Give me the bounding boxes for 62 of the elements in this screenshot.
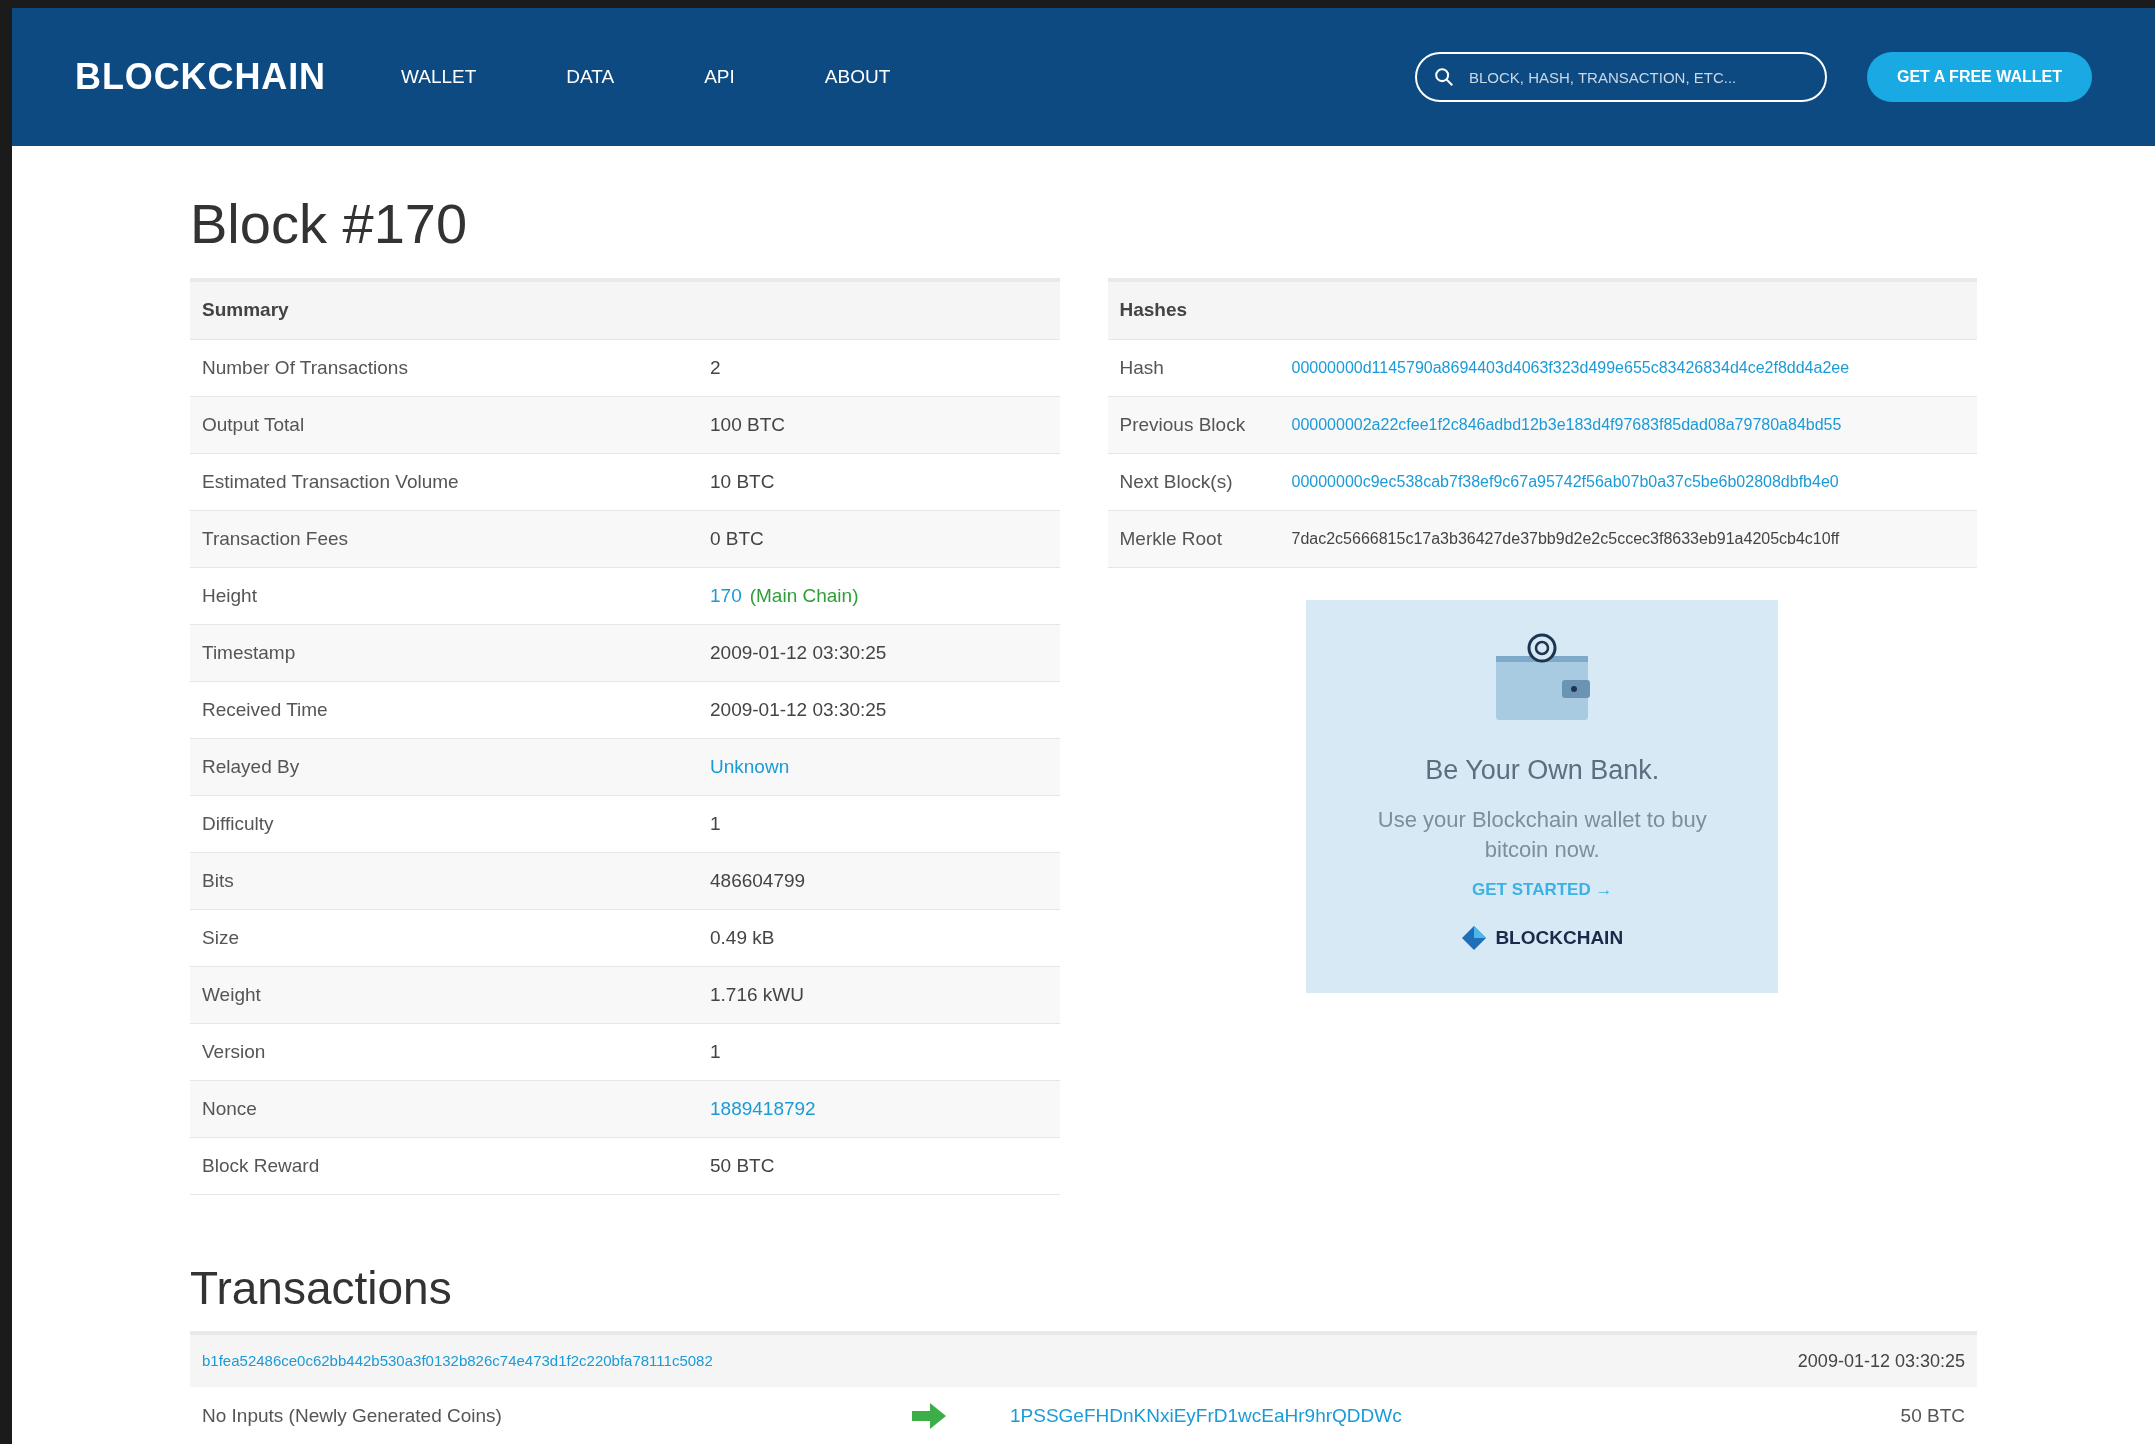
nav-link[interactable]: WALLET [401, 62, 477, 92]
page-title: Block #170 [190, 196, 469, 252]
output-amount: 50 BTC [1900, 1403, 1965, 1428]
row-value: 2 [710, 355, 721, 380]
arrow-right-icon [912, 1403, 946, 1429]
row-value: 2009-01-12 03:30:25 [710, 640, 887, 665]
value-link[interactable]: 1889418792 [710, 1094, 816, 1124]
row-label: Height [202, 583, 258, 608]
row-label: Size [202, 925, 240, 950]
row-label: Version [202, 1039, 267, 1064]
value-link[interactable]: Unknown [710, 752, 790, 782]
value-link[interactable]: 00000000d1145790a8694403d4063f323d499e655c83426834d4ce2f8dd4a2ee [1291, 356, 1850, 380]
nav-link[interactable]: DATA [566, 62, 615, 92]
ad-brand: BLOCKCHAIN [1495, 926, 1624, 950]
logo-icon [1461, 925, 1488, 952]
ad-headline: Be Your Own Bank. [1425, 754, 1660, 787]
row-label: Estimated Transaction Volume [202, 469, 460, 494]
row-label: Nonce [202, 1096, 258, 1121]
input-text: No Inputs (Newly Generated Coins) [202, 1403, 503, 1428]
row-value: 100 BTC [710, 412, 785, 437]
row-label: Difficulty [202, 811, 275, 836]
row-label: Previous Block [1119, 412, 1247, 437]
row-value: 0 BTC [710, 526, 764, 551]
chain-status: (Main Chain) [749, 583, 859, 608]
nav-link[interactable]: ABOUT [824, 62, 891, 92]
value-link[interactable]: 00000000c9ec538cab7f38ef9c67a95742f56ab07b0a37c5be6b02808dbfb4e0 [1291, 470, 1839, 494]
table-heading: Hashes [1119, 298, 1188, 323]
row-label: Relayed By [202, 754, 301, 779]
row-label: Next Block(s) [1119, 469, 1234, 494]
row-label: Weight [202, 982, 262, 1007]
transaction-time: 2009-01-12 03:30:25 [1797, 1349, 1965, 1373]
row-value: 1 [710, 1039, 721, 1064]
row-value: 7dac2c5666815c17a3b36427de37bb9d2e2c5ccec3f8633eb91a4205cb4c10ff [1291, 529, 1840, 549]
value-link[interactable]: 000000002a22cfee1f2c846adbd12b3e183d4f97683f85dad08a79780a84bd55 [1291, 413, 1842, 437]
row-value: 10 BTC [710, 469, 775, 494]
row-label: Timestamp [202, 640, 297, 665]
row-label: Number Of Transactions [202, 355, 409, 380]
nav-link[interactable]: API [704, 62, 735, 92]
row-value: 486604799 [710, 868, 806, 893]
row-label: Block Reward [202, 1153, 321, 1178]
ad-text: Use your Blockchain wallet to buy bitcoin now. [1376, 805, 1708, 864]
table-heading: Summary [202, 298, 289, 323]
row-label: Bits [202, 868, 235, 893]
row-value: 1.716 kWU [710, 982, 804, 1007]
row-value: 1 [710, 811, 721, 836]
row-label: Received Time [202, 697, 329, 722]
search-field[interactable]: BLOCK, HASH, TRANSACTION, ETC... [1414, 52, 1827, 102]
get-started-link[interactable]: GET STARTED → [1472, 876, 1613, 902]
row-value: 0.49 kB [710, 925, 775, 950]
row-value: 2009-01-12 03:30:25 [710, 697, 887, 722]
row-label: Hash [1119, 355, 1165, 380]
search-icon [1432, 66, 1455, 88]
row-label: Transaction Fees [202, 526, 350, 551]
row-label: Merkle Root [1119, 526, 1223, 551]
logo[interactable]: BLOCKCHAIN [75, 50, 326, 104]
value-link[interactable]: 170 [710, 581, 742, 611]
transaction-hash-link[interactable]: b1fea52486ce0c62bb442b530a3f0132b826c74e473d1f2c220bfa78111c5082 [202, 1349, 713, 1373]
row-label: Output Total [202, 412, 306, 437]
row-value: 50 BTC [710, 1153, 775, 1178]
section-title: Transactions [190, 1265, 453, 1311]
output-address-link[interactable]: 1PSSGeFHDnKNxiEyFrD1wcEaHr9hrQDDWc [1010, 1401, 1402, 1431]
get-wallet-button[interactable]: GET A FREE WALLET [1866, 52, 2092, 102]
